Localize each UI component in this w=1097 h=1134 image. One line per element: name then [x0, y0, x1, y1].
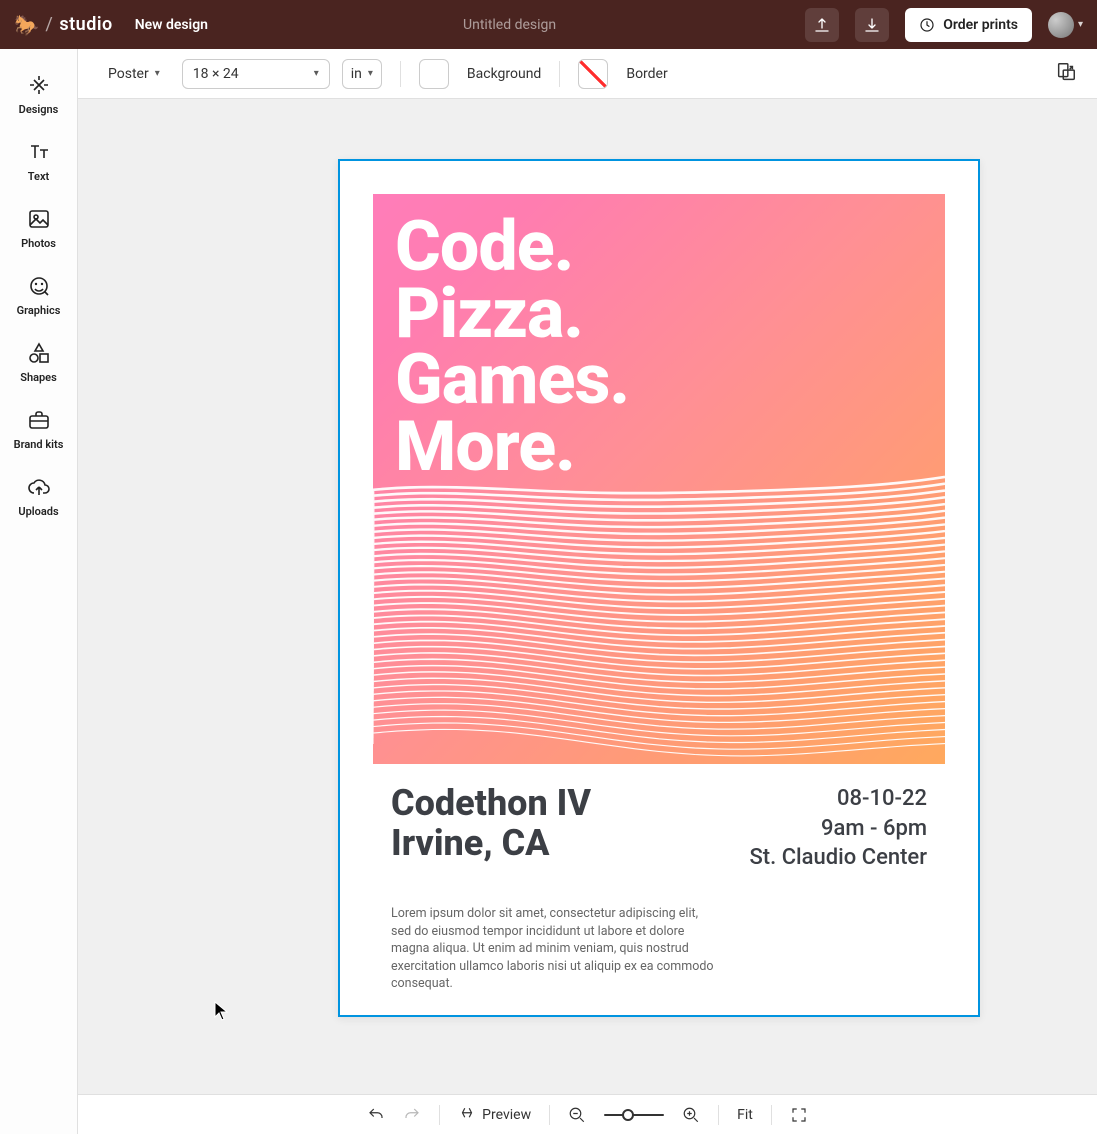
chevron-down-icon: ▾: [1078, 19, 1083, 30]
download-icon: [863, 16, 881, 34]
border-label: Border: [626, 66, 667, 82]
crop-preview-button[interactable]: Preview: [458, 1106, 531, 1124]
orientation-toggle[interactable]: [1055, 61, 1077, 87]
unit-select[interactable]: in ▾: [342, 59, 382, 89]
chevron-down-icon: ▾: [155, 68, 160, 79]
zoom-in-button[interactable]: [682, 1106, 700, 1124]
sidebar-item-label: Shapes: [20, 371, 57, 384]
wave-graphic: [373, 404, 945, 764]
briefcase-icon: [27, 408, 51, 432]
separator: [771, 1105, 772, 1125]
upload-icon: [813, 16, 831, 34]
headline-line: Code.: [395, 214, 629, 281]
separator: [400, 61, 401, 87]
download-button[interactable]: [855, 8, 889, 42]
separator: [549, 1105, 550, 1125]
main-panel: Poster ▾ 18 × 24 ▾ in ▾ Background Borde…: [78, 49, 1097, 1134]
artboard[interactable]: Code. Pizza. Games. More. Codethon IV: [373, 194, 945, 982]
order-prints-label: Order prints: [943, 17, 1018, 33]
sidebar-item-uploads[interactable]: Uploads: [0, 463, 77, 530]
sidebar-item-label: Photos: [21, 237, 56, 250]
event-venue: St. Claudio Center: [749, 843, 927, 873]
sidebar-item-label: Uploads: [18, 505, 58, 518]
zoom-slider[interactable]: [604, 1114, 664, 1116]
shapes-icon: [27, 341, 51, 365]
sidebar-item-shapes[interactable]: Shapes: [0, 329, 77, 396]
poster-lower: Codethon IV Irvine, CA 08-10-22 9am - 6p…: [373, 784, 945, 982]
doc-size-select[interactable]: 18 × 24 ▾: [182, 59, 330, 89]
sidebar-item-graphics[interactable]: Graphics: [0, 262, 77, 329]
app-logo[interactable]: 🐎 / studio: [14, 13, 113, 37]
cloud-upload-icon: [27, 475, 51, 499]
clock-icon: [919, 17, 935, 33]
app-name: studio: [59, 14, 112, 35]
fit-label[interactable]: Fit: [737, 1107, 753, 1123]
sidebar-item-label: Designs: [19, 103, 59, 116]
designs-icon: [27, 73, 51, 97]
graphics-icon: [27, 274, 51, 298]
sidebar-item-photos[interactable]: Photos: [0, 195, 77, 262]
event-info[interactable]: 08-10-22 9am - 6pm St. Claudio Center: [749, 784, 927, 873]
horse-icon: 🐎: [14, 13, 39, 37]
headline-line: Pizza.: [395, 281, 629, 348]
separator: [559, 61, 560, 87]
event-time: 9am - 6pm: [749, 814, 927, 844]
sidebar-item-label: Brand kits: [14, 438, 64, 451]
doc-type-select[interactable]: Poster ▾: [98, 60, 170, 88]
canvas-area[interactable]: Code. Pizza. Games. More. Codethon IV: [78, 99, 1097, 1094]
photos-icon: [27, 207, 51, 231]
slash-icon: /: [45, 14, 53, 35]
redo-button[interactable]: [403, 1106, 421, 1124]
border-swatch[interactable]: [578, 59, 608, 89]
separator: [439, 1105, 440, 1125]
sidebar-item-text[interactable]: Text: [0, 128, 77, 195]
event-date: 08-10-22: [749, 784, 927, 814]
doc-type-label: Poster: [108, 66, 149, 82]
sidebar-item-brand-kits[interactable]: Brand kits: [0, 396, 77, 463]
chevron-down-icon: ▾: [368, 68, 373, 79]
topbar: 🐎 / studio New design Untitled design Or…: [0, 0, 1097, 49]
zoom-out-button[interactable]: [568, 1106, 586, 1124]
background-label: Background: [467, 66, 541, 82]
preview-label: Preview: [482, 1107, 531, 1123]
event-title-line: Irvine, CA: [391, 824, 591, 864]
event-description[interactable]: Lorem ipsum dolor sit amet, consectetur …: [391, 905, 721, 993]
avatar: [1048, 12, 1074, 38]
sidebar-item-label: Graphics: [17, 304, 61, 317]
document-toolbar: Poster ▾ 18 × 24 ▾ in ▾ Background Borde…: [78, 49, 1097, 99]
sidebar: Designs Text Photos Graphics Shapes: [0, 49, 78, 1134]
background-swatch[interactable]: [419, 59, 449, 89]
new-design-link[interactable]: New design: [129, 13, 214, 37]
fullscreen-button[interactable]: [790, 1106, 808, 1124]
user-menu[interactable]: ▾: [1048, 12, 1083, 38]
undo-button[interactable]: [367, 1106, 385, 1124]
unit-value: in: [351, 66, 362, 82]
order-prints-button[interactable]: Order prints: [905, 8, 1032, 42]
sidebar-item-designs[interactable]: Designs: [0, 61, 77, 128]
event-title[interactable]: Codethon IV Irvine, CA: [391, 784, 591, 873]
event-title-line: Codethon IV: [391, 784, 591, 824]
zoom-thumb[interactable]: [622, 1109, 634, 1121]
share-button[interactable]: [805, 8, 839, 42]
chevron-down-icon: ▾: [314, 68, 319, 79]
text-icon: [27, 140, 51, 164]
poster-hero[interactable]: Code. Pizza. Games. More.: [373, 194, 945, 764]
bottombar: Preview Fit: [78, 1094, 1097, 1134]
artboard-frame[interactable]: Code. Pizza. Games. More. Codethon IV: [338, 159, 980, 1017]
document-title[interactable]: Untitled design: [230, 17, 789, 33]
sidebar-item-label: Text: [28, 170, 49, 183]
doc-size-value: 18 × 24: [193, 66, 239, 82]
separator: [718, 1105, 719, 1125]
